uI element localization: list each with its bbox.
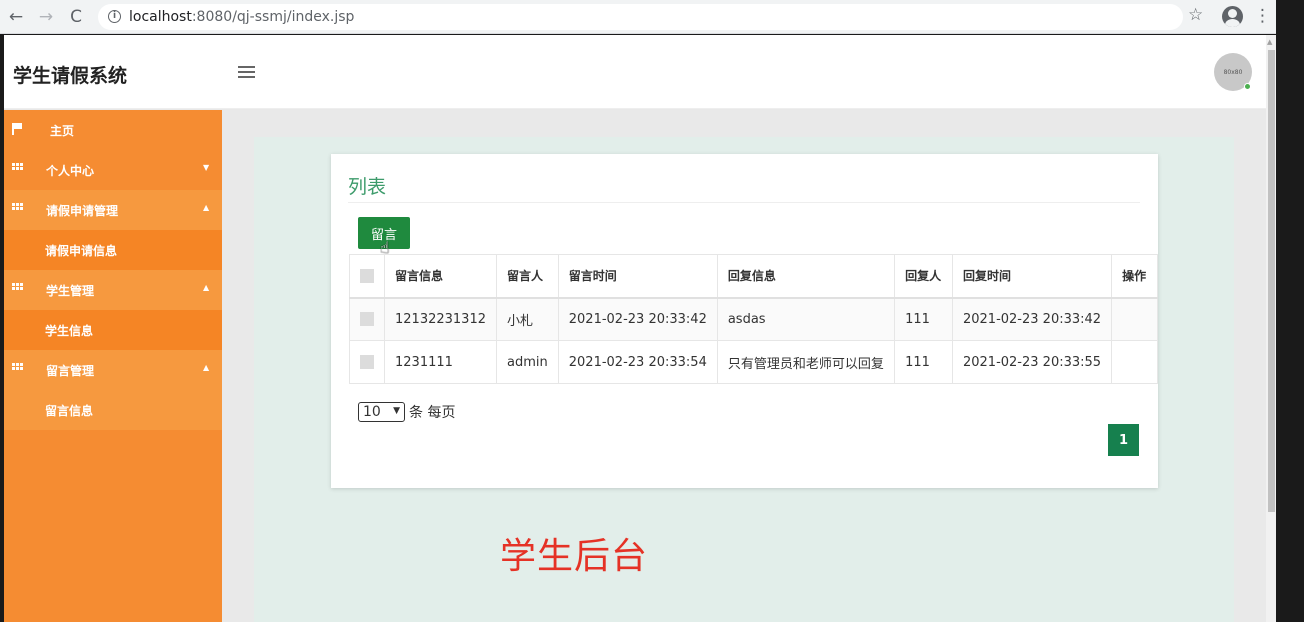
page-viewport: 学生请假系统 80x80 主页 个人中心 ▼ 请假申请管理 ▲ 请假申请信息 学… — [4, 35, 1266, 622]
select-all-checkbox-cell[interactable] — [349, 254, 385, 298]
column-header: 留言信息 — [384, 254, 497, 298]
screen-border — [1276, 0, 1304, 622]
table-row: 12132231312 小札 2021-02-23 20:33:42 asdas… — [349, 297, 1158, 341]
grid-icon — [12, 363, 23, 370]
app-header: 学生请假系统 80x80 — [4, 35, 1266, 109]
url-path: :8080/qj-ssmj/index.jsp — [191, 8, 355, 25]
table-cell: 2021-02-23 20:33:55 — [951, 340, 1113, 384]
table-cell: 12132231312 — [384, 297, 497, 341]
hamburger-icon[interactable] — [238, 66, 255, 78]
table-cell: 2021-02-23 20:33:54 — [557, 340, 718, 384]
profile-icon[interactable] — [1222, 6, 1243, 27]
sidebar-item-personal-center[interactable]: 个人中心 ▼ — [4, 150, 222, 190]
overlay-caption: 学生后台 — [500, 536, 649, 577]
sidebar-item-label: 留言信息 — [45, 404, 94, 418]
address-bar[interactable]: i localhost:8080/qj-ssmj/index.jsp — [98, 3, 1183, 30]
url-host: localhost — [129, 8, 192, 25]
scrollbar-thumb[interactable] — [1268, 50, 1275, 512]
table-cell: asdas — [716, 297, 896, 341]
sidebar-item-label: 学生信息 — [45, 324, 94, 338]
sidebar: 主页 个人中心 ▼ 请假申请管理 ▲ 请假申请信息 学生管理 ▲ 学生信息 留言… — [4, 110, 222, 622]
online-status-dot — [1244, 83, 1251, 90]
table-row: 1231111 admin 2021-02-23 20:33:54 只有管理员和… — [349, 340, 1158, 384]
table-cell: 只有管理员和老师可以回复 — [716, 340, 896, 384]
info-icon[interactable]: i — [108, 10, 121, 23]
sidebar-item-label: 留言管理 — [46, 364, 95, 378]
column-header: 回复时间 — [951, 254, 1113, 298]
row-checkbox-cell[interactable] — [349, 297, 385, 341]
table-cell: 小札 — [495, 297, 559, 341]
caret-up-icon: ▲ — [203, 283, 210, 292]
table-header-row: 留言信息 留言人 留言时间 回复信息 回复人 回复时间 操作 — [349, 254, 1158, 298]
caret-up-icon: ▲ — [203, 363, 210, 372]
chevron-down-icon: ▼ — [393, 406, 400, 416]
card-title: 列表 — [348, 176, 387, 198]
sidebar-item-label: 个人中心 — [46, 164, 95, 178]
page-button-current[interactable]: 1 — [1108, 424, 1139, 456]
grid-icon — [12, 203, 23, 210]
grid-icon — [12, 163, 23, 170]
caret-down-icon: ▼ — [203, 163, 210, 172]
table-cell: 1231111 — [384, 340, 497, 384]
table-cell: 2021-02-23 20:33:42 — [951, 297, 1113, 341]
sidebar-item-student-management[interactable]: 学生管理 ▲ — [4, 270, 222, 310]
column-header: 留言时间 — [557, 254, 718, 298]
list-card: 列表 留言 ☝ 留言信息 留言人 留言时间 回复信息 回复人 回复时间 操作 1… — [331, 154, 1158, 488]
browser-toolbar: ← → C i localhost:8080/qj-ssmj/index.jsp — [0, 0, 1276, 34]
table-cell: 111 — [894, 340, 953, 384]
table-cell: 111 — [894, 297, 953, 341]
forward-button[interactable]: → — [32, 3, 60, 31]
message-table: 留言信息 留言人 留言时间 回复信息 回复人 回复时间 操作 121322313… — [349, 254, 1158, 384]
action-cell — [1111, 297, 1158, 341]
column-header: 回复人 — [894, 254, 953, 298]
row-checkbox[interactable] — [360, 355, 374, 369]
sidebar-item-label: 学生管理 — [46, 284, 95, 298]
sidebar-subitem-message-info[interactable]: 留言信息 — [4, 390, 222, 430]
sidebar-item-message-management[interactable]: 留言管理 ▲ — [4, 350, 222, 390]
page-size-control: 10 ▼ 条 每页 — [358, 402, 455, 422]
grid-icon — [12, 283, 23, 290]
back-button[interactable]: ← — [2, 3, 30, 31]
sidebar-subitem-student-info[interactable]: 学生信息 — [4, 310, 222, 350]
page-size-select[interactable]: 10 ▼ — [358, 402, 405, 422]
row-checkbox[interactable] — [360, 312, 374, 327]
sidebar-item-home[interactable]: 主页 — [4, 110, 222, 150]
sidebar-subitem-leave-info[interactable]: 请假申请信息 — [4, 230, 222, 270]
url-text: localhost:8080/qj-ssmj/index.jsp — [129, 9, 354, 25]
caret-up-icon: ▲ — [203, 203, 210, 212]
scroll-up-arrow-icon[interactable]: ▲ — [1267, 38, 1272, 46]
page-size-suffix: 条 每页 — [409, 405, 456, 421]
browser-menu-icon[interactable]: ⋮ — [1254, 6, 1271, 26]
table-cell: admin — [495, 340, 559, 384]
column-header: 回复信息 — [716, 254, 896, 298]
select-all-checkbox[interactable] — [360, 269, 374, 283]
column-header: 操作 — [1111, 254, 1158, 298]
bookmark-star-icon[interactable]: ☆ — [1188, 5, 1203, 25]
sidebar-item-label: 主页 — [50, 124, 75, 138]
sidebar-item-label: 请假申请信息 — [45, 244, 118, 258]
app-title: 学生请假系统 — [13, 65, 128, 87]
column-header: 留言人 — [495, 254, 559, 298]
row-checkbox-cell[interactable] — [349, 340, 385, 384]
sidebar-item-label: 请假申请管理 — [46, 204, 119, 218]
card-divider — [348, 202, 1140, 203]
sidebar-item-leave-management[interactable]: 请假申请管理 ▲ — [4, 190, 222, 230]
reload-button[interactable]: C — [62, 3, 90, 31]
page-size-value: 10 — [363, 404, 381, 420]
table-cell: 2021-02-23 20:33:42 — [557, 297, 718, 341]
action-cell — [1111, 340, 1158, 384]
